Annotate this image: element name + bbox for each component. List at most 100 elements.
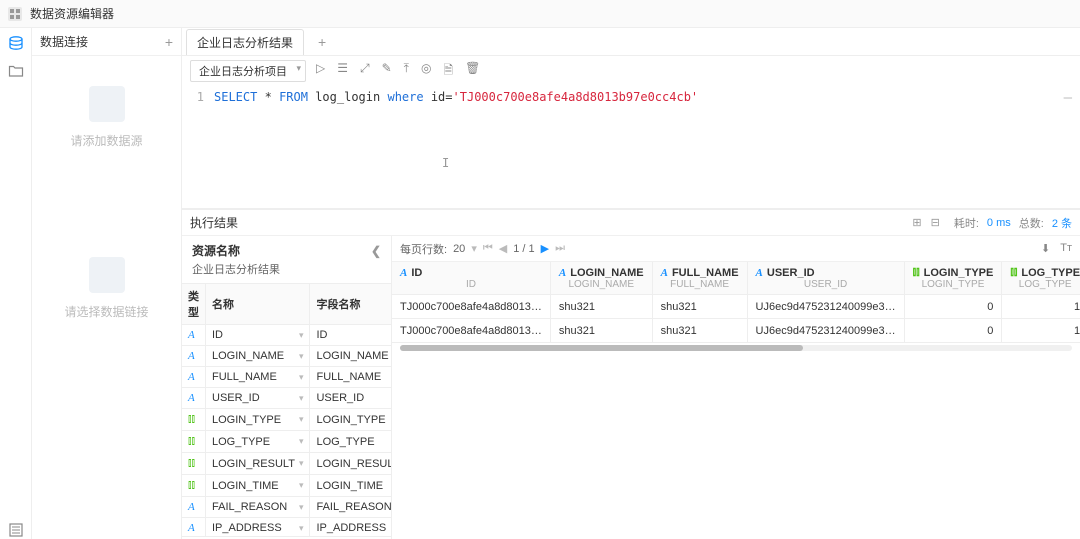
type-cell: A [182, 388, 206, 409]
field-cell: LOGIN_RESULT [310, 453, 391, 475]
placeholder-graphic [89, 257, 125, 293]
type-cell: ⫾⫾ [182, 431, 206, 453]
format-icon[interactable]: ☰ [337, 61, 348, 82]
pager-prev-icon[interactable]: ◀ [499, 242, 507, 255]
compare-icon[interactable]: ⊟ [931, 217, 940, 229]
grid-cell: shu321 [652, 295, 747, 319]
field-cell: LOGIN_TYPE [310, 409, 391, 431]
results-title: 执行结果 [190, 214, 238, 231]
editor-toolbar: 企业日志分析项目 ▷ ☰ ⤢ ✎ ⤒ ◎ 🗎 🗑 [182, 56, 1080, 86]
grid-column-header[interactable]: ALOGIN_NAMELOGIN_NAME [550, 262, 652, 295]
upload-icon[interactable]: ⤒ [404, 61, 409, 82]
download-icon[interactable]: ⬇ [1041, 242, 1050, 255]
schema-row[interactable]: AUSER_IDUSER_ID [182, 388, 391, 409]
grid-column-header[interactable]: AUSER_IDUSER_ID [747, 262, 904, 295]
title-bar: 数据资源编辑器 [0, 0, 1080, 28]
grid-cell: 0 [904, 295, 1002, 319]
pager-page: 1 / 1 [513, 243, 534, 255]
tab-analysis-result[interactable]: 企业日志分析结果 [186, 29, 304, 55]
grid-column-header[interactable]: ⫾⫾LOG_TYPELOG_TYPE [1002, 262, 1080, 295]
field-cell: USER_ID [310, 388, 391, 409]
text-caret: I [442, 156, 449, 170]
pager-next-icon[interactable]: ▶ [541, 242, 549, 255]
edit-icon[interactable]: ✎ [382, 61, 392, 82]
name-cell[interactable]: LOG_TYPE [206, 431, 310, 453]
link-icon[interactable]: ⤢ [360, 61, 370, 82]
type-cell: A [182, 497, 206, 518]
name-cell[interactable]: ID [206, 325, 310, 346]
resource-schema-panel: 资源名称 ❮ 企业日志分析结果 类型 名称 字段名称 AI [182, 236, 392, 539]
grid-row[interactable]: TJ000c700e8afe4a8d8013…shu321shu321UJ6ec… [392, 295, 1080, 319]
connections-title: 数据连接 [40, 33, 88, 50]
name-cell[interactable]: FAIL_REASON [206, 497, 310, 518]
schema-row[interactable]: ⫾⫾LOGIN_RESULTLOGIN_RESULT [182, 453, 391, 475]
type-cell: ⫾⫾ [182, 475, 206, 497]
schema-row[interactable]: ALOGIN_NAMELOGIN_NAME [182, 346, 391, 367]
sql-editor[interactable]: 1 SELECT * FROM log_login where id='TJ00… [182, 86, 1080, 209]
schema-row[interactable]: AIDID [182, 325, 391, 346]
name-cell[interactable]: FULL_NAME [206, 367, 310, 388]
pager-last-icon[interactable]: ⏭ [555, 242, 565, 255]
delete-icon[interactable]: 🗑 [465, 61, 480, 82]
elapsed-value: 0 ms [987, 217, 1011, 229]
field-cell: FAIL_REASON [310, 497, 391, 518]
name-cell[interactable]: USER_ID [206, 388, 310, 409]
grid-row[interactable]: TJ000c700e8afe4a8d8013…shu321shu321UJ6ec… [392, 319, 1080, 343]
grid-cell: TJ000c700e8afe4a8d8013… [392, 295, 550, 319]
schema-row[interactable]: AFULL_NAMEFULL_NAME [182, 367, 391, 388]
name-cell[interactable]: IP_ADDRESS [206, 518, 310, 538]
grid-column-header[interactable]: AFULL_NAMEFULL_NAME [652, 262, 747, 295]
grid-column-header[interactable]: AIDID [392, 262, 550, 295]
name-cell[interactable]: LOGIN_TYPE [206, 409, 310, 431]
horizontal-scrollbar[interactable] [400, 345, 1072, 351]
placeholder-add-text: 请添加数据源 [70, 132, 142, 149]
rail-list-icon[interactable] [7, 521, 25, 539]
app-title: 数据资源编辑器 [30, 5, 114, 22]
schema-col-field: 字段名称 [310, 284, 391, 325]
add-connection-button[interactable]: + [165, 34, 173, 50]
field-cell: LOGIN_TIME [310, 475, 391, 497]
field-cell: IP_ADDRESS [310, 518, 391, 538]
add-tab-button[interactable]: + [312, 34, 332, 50]
pager-first-icon[interactable]: ⏮ [483, 242, 493, 255]
tab-label: 企业日志分析结果 [197, 36, 293, 50]
field-cell: LOGIN_NAME [310, 346, 391, 367]
collapse-schema-button[interactable]: ❮ [371, 244, 381, 258]
grid-cell: 1 [1002, 295, 1080, 319]
connections-panel: 数据连接 + 请添加数据源 请选择数据链接 [32, 28, 182, 539]
editor-tabs: 企业日志分析结果 + [182, 28, 1080, 56]
text-format-icon[interactable]: Tᴛ [1060, 242, 1072, 255]
schema-row[interactable]: ⫾⫾LOGIN_TIMELOGIN_TIME [182, 475, 391, 497]
placeholder-select-text: 请选择数据链接 [64, 303, 148, 320]
schema-row[interactable]: ⫾⫾LOG_TYPELOG_TYPE [182, 431, 391, 453]
type-cell: A [182, 367, 206, 388]
resource-subtitle: 企业日志分析结果 [182, 261, 391, 283]
schema-col-name: 名称 [206, 284, 310, 325]
type-cell: ⫾⫾ [182, 453, 206, 475]
result-grid: AIDIDALOGIN_NAMELOGIN_NAMEAFULL_NAMEFULL… [392, 262, 1080, 343]
project-dropdown[interactable]: 企业日志分析项目 [190, 60, 306, 82]
locate-icon[interactable]: ◎ [421, 61, 431, 82]
schema-col-type: 类型 [182, 284, 206, 325]
grid-cell: TJ000c700e8afe4a8d8013… [392, 319, 550, 343]
save-icon[interactable]: 🗎 [443, 61, 453, 82]
rows-per-page-value[interactable]: 20 [453, 243, 465, 255]
total-value: 2 条 [1052, 215, 1072, 231]
layout-toggle-icon[interactable]: ⊞ [912, 217, 921, 229]
field-cell: LOG_TYPE [310, 431, 391, 453]
name-cell[interactable]: LOGIN_RESULT [206, 453, 310, 475]
type-cell: ⫾⫾ [182, 409, 206, 431]
collapse-editor-button[interactable]: — [1064, 90, 1072, 106]
schema-row[interactable]: AIP_ADDRESSIP_ADDRESS [182, 518, 391, 538]
grid-column-header[interactable]: ⫾⫾LOGIN_TYPELOGIN_TYPE [904, 262, 1002, 295]
rows-per-page-label: 每页行数: [400, 241, 447, 257]
rail-db-icon[interactable] [7, 34, 25, 52]
run-icon[interactable]: ▷ [316, 61, 325, 82]
grid-cell: shu321 [550, 319, 652, 343]
schema-row[interactable]: AFAIL_REASONFAIL_REASON [182, 497, 391, 518]
rail-folder-icon[interactable] [7, 62, 25, 80]
grid-cell: 1 [1002, 319, 1080, 343]
schema-row[interactable]: ⫾⫾LOGIN_TYPELOGIN_TYPE [182, 409, 391, 431]
name-cell[interactable]: LOGIN_TIME [206, 475, 310, 497]
name-cell[interactable]: LOGIN_NAME [206, 346, 310, 367]
